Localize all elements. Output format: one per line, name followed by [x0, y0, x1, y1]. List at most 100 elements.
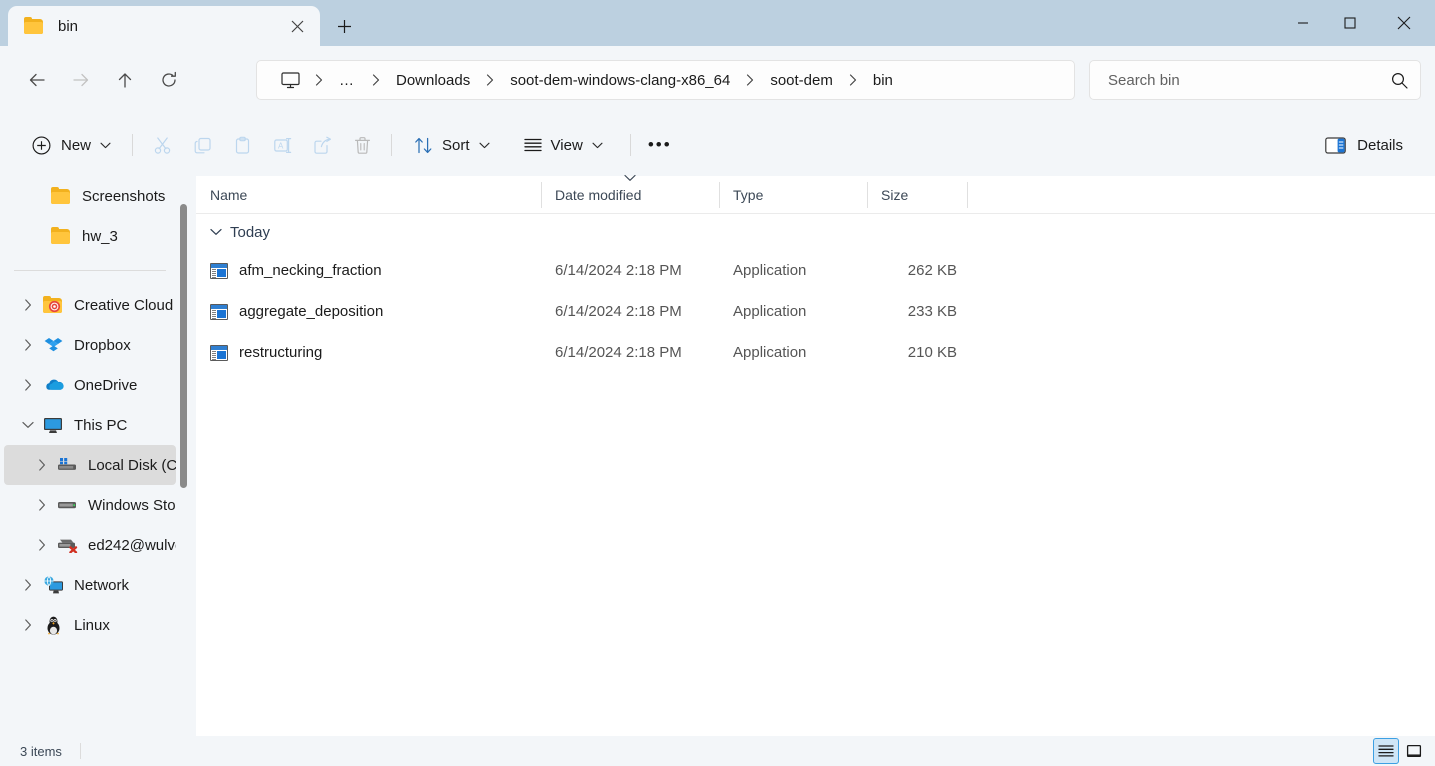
trash-icon [354, 136, 370, 154]
file-name-cell[interactable]: restructuring [196, 344, 541, 361]
sidebar-item-this-pc[interactable]: This PC [4, 405, 176, 445]
new-tab-button[interactable] [324, 10, 364, 42]
application-exe-icon [210, 344, 228, 361]
local-disk-icon [54, 457, 80, 473]
search-box[interactable] [1089, 60, 1421, 100]
sidebar-item-ed242-wulver[interactable]: ed242@wulver [4, 525, 176, 565]
details-view-button[interactable] [1373, 738, 1399, 764]
cut-button[interactable] [142, 127, 182, 163]
details-pane-button[interactable]: Details [1315, 127, 1413, 163]
breadcrumb[interactable]: … Downloads soot-dem-windows-clang-x86_6… [256, 60, 1075, 100]
chevron-right-icon[interactable] [16, 619, 40, 631]
sidebar-item-creative-cloud-files[interactable]: Creative Cloud F [4, 285, 176, 325]
plus-circle-icon [32, 136, 51, 155]
group-header-label: Today [230, 223, 271, 241]
sidebar-item-label: Creative Cloud F [74, 296, 176, 314]
sidebar-item-windows-storage[interactable]: Windows Stora [4, 485, 176, 525]
back-button[interactable] [19, 62, 55, 98]
copy-icon [194, 137, 211, 153]
file-name: restructuring [239, 344, 323, 361]
sidebar-item-label: ed242@wulver [88, 536, 176, 554]
breadcrumb-item-soot-dem[interactable]: soot-dem [764, 68, 839, 93]
up-button[interactable] [107, 62, 143, 98]
maximize-button[interactable] [1326, 0, 1373, 46]
navigation-pane: Screenshots hw_3 Creative Cloud F Dropbo… [0, 176, 196, 736]
file-type-cell: Application [733, 344, 807, 361]
sidebar-item-label: Screenshots [82, 187, 166, 205]
new-button[interactable]: New [20, 127, 123, 163]
breadcrumb-separator [839, 74, 867, 86]
column-header-size[interactable]: Size [867, 176, 967, 214]
file-name-cell[interactable]: afm_necking_fraction [196, 262, 541, 279]
minimize-button[interactable] [1279, 0, 1326, 46]
sidebar-item-label: Local Disk (C:) [88, 456, 176, 474]
sidebar-item-linux[interactable]: Linux [4, 605, 176, 645]
chevron-right-icon[interactable] [16, 379, 40, 391]
file-date-cell: 6/14/2024 2:18 PM [555, 262, 682, 279]
sort-button-label: Sort [442, 136, 470, 154]
window-controls [1279, 0, 1435, 46]
sidebar-scrollbar-thumb[interactable] [180, 204, 187, 488]
close-icon[interactable] [282, 11, 312, 41]
sidebar-item-onedrive[interactable]: OneDrive [4, 365, 176, 405]
file-type-cell: Application [733, 262, 807, 279]
breadcrumb-item-bin[interactable]: bin [867, 68, 899, 93]
column-header-label: Type [733, 187, 764, 203]
copy-button[interactable] [182, 127, 222, 163]
file-date-cell: 6/14/2024 2:18 PM [555, 344, 682, 361]
view-button[interactable]: View [513, 127, 614, 163]
search-input[interactable] [1106, 70, 1391, 90]
refresh-button[interactable] [151, 62, 187, 98]
column-header-name[interactable]: Name [196, 176, 541, 214]
chevron-down-icon[interactable] [210, 228, 222, 236]
this-pc-icon[interactable] [275, 67, 305, 93]
breadcrumb-overflow[interactable]: … [333, 68, 362, 93]
sidebar-item-local-disk-c[interactable]: Local Disk (C:) [4, 445, 176, 485]
chevron-down-icon[interactable] [16, 421, 40, 429]
sort-arrows-icon [414, 136, 433, 155]
chevron-down-icon [592, 142, 603, 149]
breadcrumb-item-downloads[interactable]: Downloads [390, 68, 476, 93]
chevron-right-icon[interactable] [30, 459, 54, 471]
minimize-icon [1297, 22, 1308, 24]
plus-icon [337, 19, 351, 33]
paste-button[interactable] [222, 127, 262, 163]
chevron-right-icon[interactable] [30, 539, 54, 551]
share-button[interactable] [302, 127, 342, 163]
delete-button[interactable] [342, 127, 382, 163]
rename-button[interactable]: A [262, 127, 302, 163]
file-rows: afm_necking_fraction 6/14/2024 2:18 PM A… [196, 250, 1435, 373]
search-icon[interactable] [1391, 72, 1408, 89]
close-button[interactable] [1373, 0, 1435, 46]
title-bar: bin [0, 0, 1435, 46]
sort-button[interactable]: Sort [403, 127, 501, 163]
file-name-cell[interactable]: aggregate_deposition [196, 303, 541, 320]
column-header-date-modified[interactable]: Date modified [541, 174, 719, 214]
maximize-icon [1343, 17, 1356, 29]
sidebar-item-hw-3[interactable]: hw_3 [4, 216, 176, 256]
sidebar-item-dropbox[interactable]: Dropbox [4, 325, 176, 365]
column-header-label: Size [881, 187, 909, 203]
chevron-right-icon[interactable] [16, 339, 40, 351]
column-header-type[interactable]: Type [719, 176, 867, 214]
table-row[interactable]: aggregate_deposition 6/14/2024 2:18 PM A… [196, 291, 1435, 332]
details-pane-icon [1325, 136, 1346, 154]
chevron-right-icon[interactable] [30, 499, 54, 511]
folder-icon [48, 186, 74, 205]
breadcrumb-item-soot-dem-windows-clang-x86-64[interactable]: soot-dem-windows-clang-x86_64 [504, 68, 736, 93]
tab-bin[interactable]: bin [8, 6, 320, 46]
table-row[interactable]: afm_necking_fraction 6/14/2024 2:18 PM A… [196, 250, 1435, 291]
chevron-right-icon[interactable] [16, 299, 40, 311]
arrow-left-icon [29, 73, 45, 87]
sidebar-item-network[interactable]: Network [4, 565, 176, 605]
application-exe-icon [210, 262, 228, 279]
application-exe-icon [210, 303, 228, 320]
chevron-right-icon[interactable] [16, 579, 40, 591]
table-row[interactable]: restructuring 6/14/2024 2:18 PM Applicat… [196, 332, 1435, 373]
navigation-list: Screenshots hw_3 Creative Cloud F Dropbo… [0, 176, 180, 645]
group-header-today[interactable]: Today [210, 218, 270, 246]
sidebar-item-screenshots[interactable]: Screenshots [4, 176, 176, 216]
see-more-button[interactable]: ••• [640, 127, 680, 163]
large-icons-view-button[interactable] [1401, 738, 1427, 764]
forward-button[interactable] [63, 62, 99, 98]
